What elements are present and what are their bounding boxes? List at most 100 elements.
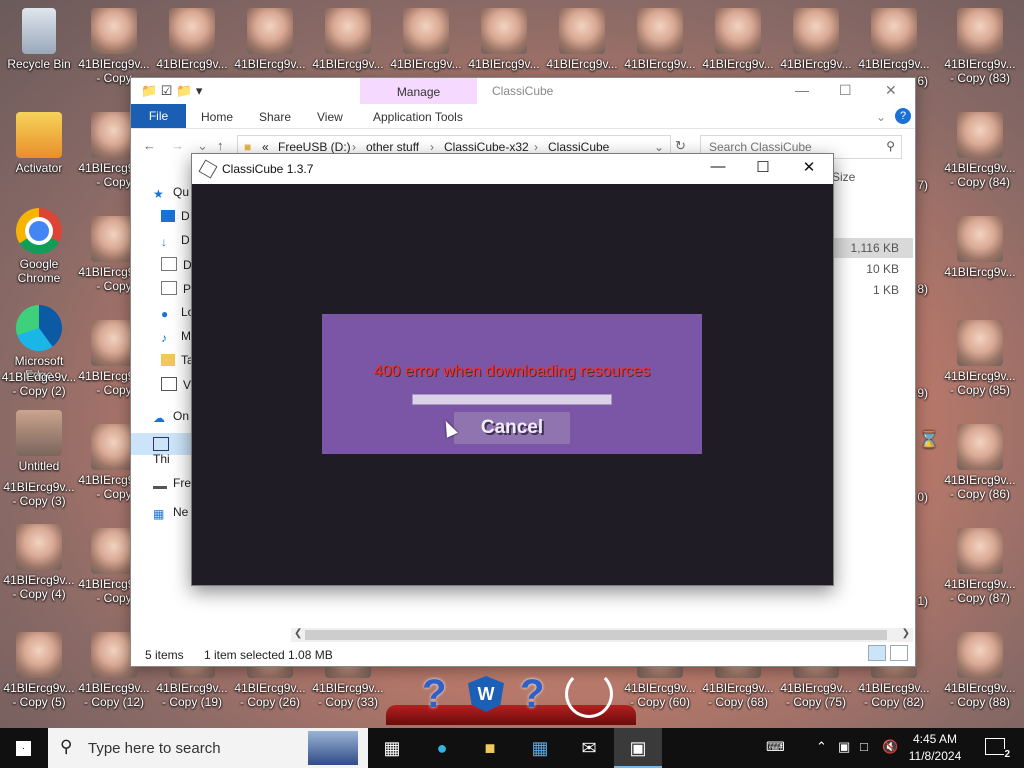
large-icons-view-icon[interactable] (890, 645, 908, 661)
scrollbar-thumb[interactable] (305, 630, 887, 640)
desktop-icon-right-4[interactable]: 41BIErcg9v... - Copy (86) (942, 424, 1018, 501)
nav-item-pictures[interactable]: P (161, 281, 191, 296)
desktop-icon-top-2[interactable]: 41BIErcg9v... (154, 8, 230, 71)
desktop-icon-top-4[interactable]: 41BIErcg9v... (310, 8, 386, 71)
mail-taskbar-icon[interactable]: ✉ (565, 728, 613, 768)
tray-chevron-up-icon[interactable]: ⌃ (816, 739, 827, 755)
minimize-icon[interactable]: — (795, 82, 809, 98)
desktop-icon-right-5[interactable]: 41BIErcg9v... - Copy (87) (942, 528, 1018, 605)
maximize-icon[interactable]: ☐ (749, 158, 777, 176)
up-arrow-icon[interactable]: ↑ (217, 138, 224, 153)
desktop-icon-top-6[interactable]: 41BIErcg9v... (466, 8, 542, 71)
desktop-icon-right-3[interactable]: 41BIErcg9v... - Copy (85) (942, 320, 1018, 397)
desktop-icon-top-3[interactable]: 41BIErcg9v... (232, 8, 308, 71)
taskbar-search-box[interactable]: ⚲ Type here to search (48, 728, 368, 768)
store-taskbar-icon[interactable]: ▦ (516, 728, 564, 768)
close-icon[interactable]: ✕ (795, 158, 823, 176)
address-dropdown-icon[interactable]: ⌄ (654, 140, 664, 154)
desktop-icon-copy-2[interactable]: 41BIEdge9v... - Copy (2) (1, 370, 77, 400)
desktop-icon-activator[interactable]: Activator (1, 112, 77, 175)
video-icon (161, 377, 177, 391)
help-icon[interactable]: ? (895, 108, 911, 124)
column-header-size[interactable]: Size (832, 170, 855, 184)
status-selection: 1 item selected 1.08 MB (204, 648, 333, 662)
chevron-down-icon[interactable]: ⌄ (876, 110, 886, 124)
desktop-icon-right-1[interactable]: 41BIErcg9v... - Copy (84) (942, 112, 1018, 189)
forward-arrow-icon[interactable]: → (171, 138, 184, 153)
scroll-right-icon[interactable]: ❯ (902, 628, 910, 639)
file-explorer-taskbar-icon[interactable]: ■ (466, 728, 514, 768)
start-button[interactable] (0, 728, 48, 768)
refresh-circle-icon[interactable] (565, 670, 613, 718)
close-icon[interactable]: ✕ (885, 82, 897, 99)
scroll-left-icon[interactable]: ❮ (294, 628, 302, 639)
breadcrumb-other-stuff[interactable]: other stuff (366, 140, 419, 154)
quick-access-toolbar[interactable]: 📁 ☑ 📁 ▾ (141, 83, 202, 99)
nav-item-downloads[interactable]: ↓ D (161, 233, 190, 249)
desktop-icon-right-0[interactable]: 41BIErcg9v... - Copy (83) (942, 8, 1018, 85)
volume-muted-icon[interactable]: 🔇 (882, 739, 898, 755)
desktop-icon-top-5[interactable]: 41BIErcg9v... (388, 8, 464, 71)
desktop-icon-top-10[interactable]: 41BIErcg9v... (778, 8, 854, 71)
photo-icon (957, 8, 1003, 54)
desktop-icon-copy-5[interactable]: 41BIErcg9v... - Copy (5) (1, 632, 77, 709)
taskbar-clock[interactable]: 4:45 AM 11/8/2024 (904, 731, 966, 765)
keyboard-icon[interactable]: ⌨ (766, 739, 785, 755)
refresh-icon[interactable]: ↻ (675, 138, 686, 154)
action-center-icon[interactable]: 2 (985, 738, 1010, 760)
nav-item-freeusb[interactable]: Fre (153, 474, 191, 490)
desktop-icon-copy-3[interactable]: 41BIErcg9v... - Copy (4) (1, 524, 77, 601)
desktop-icon-right-2[interactable]: 41BIErcg9v... (942, 216, 1018, 279)
tab-view[interactable]: View (317, 110, 343, 124)
desktop-icon-col2-0[interactable]: 41BIErcg9v... - Copy (76, 8, 152, 85)
desktop-icon-chrome[interactable]: Google Chrome (1, 208, 77, 285)
maximize-icon[interactable]: ☐ (839, 82, 852, 99)
clock-time: 4:45 AM (912, 732, 958, 746)
back-arrow-icon[interactable]: ← (143, 138, 156, 153)
nav-item-desktop[interactable]: D (161, 209, 190, 223)
tab-home[interactable]: Home (201, 110, 233, 124)
desktop-icon-right-6[interactable]: 41BIErcg9v... - Copy (88) (942, 632, 1018, 709)
nav-item-network[interactable]: ▦ Ne (153, 505, 188, 521)
tab-file[interactable]: File (131, 104, 186, 128)
meet-now-icon[interactable]: ▣ (838, 739, 850, 755)
photo-icon (481, 8, 527, 54)
breadcrumb-classicube-x32[interactable]: ClassiCube-x32 (444, 140, 529, 154)
download-progress-bar (412, 394, 612, 405)
nav-item-videos[interactable]: Vi (161, 377, 193, 392)
desktop-icon-top-7[interactable]: 41BIErcg9v... (544, 8, 620, 71)
nav-item-this-pc[interactable]: Thi (131, 433, 191, 466)
download-error-dialog: 400 error when downloading resources Can… (322, 314, 702, 454)
breadcrumb-overflow[interactable]: « (262, 140, 269, 154)
nav-item-quick-access[interactable]: ★ Qu (153, 185, 189, 201)
desktop-icon-recycle-bin[interactable]: Recycle Bin (1, 8, 77, 71)
nav-item-music[interactable]: ♪ M (161, 329, 191, 345)
question-mark-icon[interactable]: ? (520, 672, 544, 717)
nav-item-local[interactable]: ● Lo (161, 305, 194, 321)
desktop-icon-copy-3b[interactable]: 41BIErcg9v... - Copy (3) (1, 480, 77, 510)
details-view-icon[interactable] (868, 645, 886, 661)
desktop-icon-untitled[interactable]: Untitled (1, 410, 77, 473)
horizontal-scrollbar[interactable]: ❮ ❯ (291, 628, 913, 642)
cancel-button[interactable]: Cancel (454, 412, 570, 444)
breadcrumb-separator-icon: › (430, 140, 434, 154)
nav-item-onedrive[interactable]: ☁ On (153, 409, 189, 425)
recent-dropdown-icon[interactable]: ⌄ (197, 138, 208, 154)
tab-share[interactable]: Share (259, 110, 291, 124)
breadcrumb-classicube[interactable]: ClassiCube (548, 140, 609, 154)
tab-application-tools[interactable]: Application Tools (373, 110, 463, 124)
edge-taskbar-icon[interactable]: ● (418, 728, 466, 768)
network-status-icon[interactable]: □ (860, 739, 868, 754)
nav-item-folder[interactable]: Ta (161, 353, 194, 367)
desktop-icon-top-9[interactable]: 41BIErcg9v... (700, 8, 776, 71)
classicube-taskbar-icon[interactable]: ▣ (614, 728, 662, 768)
nav-item-documents[interactable]: D (161, 257, 192, 272)
question-mark-icon[interactable]: ? (422, 672, 446, 717)
desktop-icon-top-11[interactable]: 41BIErcg9v... (856, 8, 932, 71)
desktop-icon-label: 41BIErcg9v... (156, 681, 228, 695)
task-view-icon[interactable]: ▦ (368, 728, 416, 768)
photo-icon (325, 8, 371, 54)
minimize-icon[interactable]: — (704, 158, 732, 175)
breadcrumb-drive[interactable]: FreeUSB (D:) (278, 140, 351, 154)
desktop-icon-top-8[interactable]: 41BIErcg9v... (622, 8, 698, 71)
